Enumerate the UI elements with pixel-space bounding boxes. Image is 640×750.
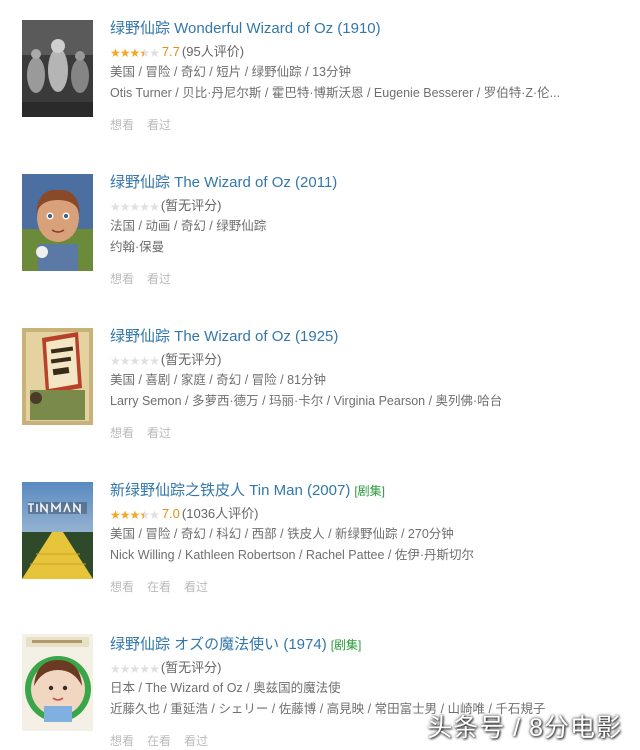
watching-link[interactable]: 在看 (147, 580, 171, 594)
series-tag: [剧集] (354, 484, 385, 498)
movie-title-link[interactable]: 绿野仙踪 The Wizard of Oz (2011) (110, 174, 337, 191)
rating-score: 7.0 (161, 506, 180, 521)
star-icon: ★ (129, 508, 141, 522)
rating-row: ★★★★★ (暂无评分) (110, 350, 620, 370)
rating-stars: ★★★★★ (110, 197, 160, 217)
star-icon: ★ (139, 662, 150, 676)
movie-info: 新绿野仙踪之铁皮人 Tin Man (2007) [剧集] ★★★★★ 7.0 (10… (110, 480, 620, 595)
star-icon: ★ (129, 46, 141, 60)
star-icon: ★ (149, 662, 160, 676)
movie-genres: 法国 / 动画 / 奇幻 / 绿野仙踪 (110, 219, 267, 233)
movie-poster[interactable] (22, 328, 93, 425)
watched-link[interactable]: 看过 (147, 426, 171, 440)
star-icon: ★ (110, 46, 121, 60)
rating-stars: ★★★★★ (110, 505, 160, 525)
rating-row: ★★★★★ 7.0 (1036人评价) (110, 504, 620, 524)
star-icon: ★ (139, 200, 150, 214)
want-to-watch-link[interactable]: 想看 (110, 734, 134, 748)
rating-row: ★★★★★ (暂无评分) (110, 196, 620, 216)
star-icon: ★ (149, 508, 160, 522)
title-row: 新绿野仙踪之铁皮人 Tin Man (2007) [剧集] (110, 480, 620, 502)
movie-title-link[interactable]: 新绿野仙踪之铁皮人 Tin Man (2007) (110, 482, 350, 499)
want-to-watch-link[interactable]: 想看 (110, 118, 134, 132)
watched-link[interactable]: 看过 (184, 734, 208, 748)
movie-title-link[interactable]: 绿野仙踪 The Wizard of Oz (1925) (110, 328, 338, 345)
movie-poster[interactable] (22, 174, 93, 271)
movie-poster[interactable] (22, 634, 93, 731)
star-icon: ★ (119, 508, 131, 522)
star-icon: ★ (149, 354, 160, 368)
action-links: 想看 看过 (110, 270, 620, 287)
star-icon: ★ (129, 200, 141, 214)
star-icon: ★ (129, 662, 141, 676)
watched-link[interactable]: 看过 (147, 118, 171, 132)
title-row: 绿野仙踪 The Wizard of Oz (1925) (110, 326, 620, 348)
rating-count: (95人评价) (181, 44, 245, 59)
movie-poster[interactable] (22, 20, 93, 117)
movie-title-link[interactable]: 绿野仙踪 オズの魔法使い (1974) (110, 636, 327, 653)
rating-score: 7.7 (161, 44, 180, 59)
watched-link[interactable]: 看过 (184, 580, 208, 594)
star-icon: ★ (139, 354, 150, 368)
action-links: 想看 在看 看过 (110, 578, 620, 595)
movie-title-link[interactable]: 绿野仙踪 Wonderful Wizard of Oz (1910) (110, 20, 381, 37)
movie-info: 绿野仙踪 Wonderful Wizard of Oz (1910) ★★★★★… (110, 18, 620, 133)
movie-people: Nick Willing / Kathleen Robertson / Rach… (110, 548, 475, 562)
action-links: 想看 看过 (110, 424, 620, 441)
movie-people: 约翰·保曼 (110, 240, 165, 254)
rating-row: ★★★★★ (暂无评分) (110, 658, 620, 678)
movie-genres: 美国 / 冒险 / 奇幻 / 短片 / 绿野仙踪 / 13分钟 (110, 65, 351, 79)
star-icon: ★ (119, 200, 131, 214)
rating-count: (1036人评价) (181, 506, 259, 521)
star-icon: ★ (110, 508, 121, 522)
rating-count: (暂无评分) (160, 660, 222, 675)
movie-info: 绿野仙踪 The Wizard of Oz (1925) ★★★★★ (暂无评分)… (110, 326, 620, 441)
movie-genres: 美国 / 冒险 / 奇幻 / 科幻 / 西部 / 铁皮人 / 新绿野仙踪 / 2… (110, 527, 454, 541)
watched-link[interactable]: 看过 (147, 272, 171, 286)
title-row: 绿野仙踪 Wonderful Wizard of Oz (1910) (110, 18, 620, 40)
title-row: 绿野仙踪 The Wizard of Oz (2011) (110, 172, 620, 194)
series-tag: [剧集] (330, 638, 362, 652)
watching-link[interactable]: 在看 (147, 734, 171, 748)
rating-stars: ★★★★★ (110, 351, 160, 371)
rating-count: (暂无评分) (160, 352, 222, 367)
title-row: 绿野仙踪 オズの魔法使い (1974) [剧集] (110, 634, 620, 656)
rating-stars: ★★★★★ (110, 659, 160, 679)
want-to-watch-link[interactable]: 想看 (110, 580, 134, 594)
movie-people: Otis Turner / 贝比·丹尼尔斯 / 霍巴特·博斯沃恩 / Eugen… (110, 86, 561, 100)
movie-genres: 美国 / 喜剧 / 家庭 / 奇幻 / 冒险 / 81分钟 (110, 373, 326, 387)
movie-people: Larry Semon / 多萝西·德万 / 玛丽·卡尔 / Virginia … (110, 394, 503, 408)
movie-genres: 日本 / The Wizard of Oz / 奥兹国的魔法使 (110, 681, 341, 695)
star-icon: ★ (110, 200, 121, 214)
star-icon: ★ (119, 662, 131, 676)
rating-stars: ★★★★★ (110, 43, 160, 63)
star-icon: ★ (139, 46, 150, 60)
star-icon: ★ (139, 508, 150, 522)
star-icon: ★ (110, 354, 121, 368)
want-to-watch-link[interactable]: 想看 (110, 426, 134, 440)
rating-row: ★★★★★ 7.7 (95人评价) (110, 42, 620, 62)
movie-poster[interactable] (22, 482, 93, 579)
movie-info: 绿野仙踪 The Wizard of Oz (2011) ★★★★★ (暂无评分)… (110, 172, 620, 287)
star-icon: ★ (119, 354, 131, 368)
star-icon: ★ (119, 46, 131, 60)
star-icon: ★ (149, 200, 160, 214)
star-icon: ★ (110, 662, 121, 676)
want-to-watch-link[interactable]: 想看 (110, 272, 134, 286)
star-icon: ★ (129, 354, 141, 368)
star-icon: ★ (149, 46, 160, 60)
rating-count: (暂无评分) (160, 198, 222, 213)
watermark: 头条号 / 8分电影 (427, 714, 622, 742)
action-links: 想看 看过 (110, 116, 620, 133)
